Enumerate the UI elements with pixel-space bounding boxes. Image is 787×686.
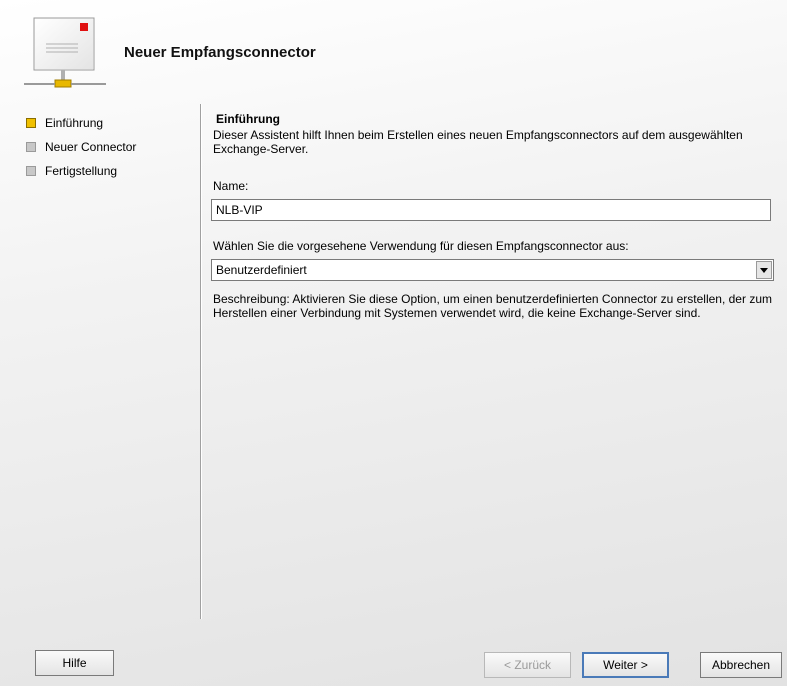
step-fertigstellung: Fertigstellung — [26, 163, 196, 187]
name-input[interactable] — [211, 199, 771, 221]
next-button[interactable]: Weiter > — [582, 652, 669, 678]
dropdown-button[interactable] — [756, 261, 772, 279]
usage-label: Wählen Sie die vorgesehene Verwendung fü… — [213, 239, 629, 253]
inactive-step-icon — [26, 166, 36, 176]
step-label: Fertigstellung — [45, 164, 118, 178]
chevron-down-icon — [760, 267, 768, 273]
usage-description: Beschreibung: Aktivieren Sie diese Optio… — [213, 292, 772, 320]
step-label: Einführung — [45, 116, 104, 130]
wizard-title: Neuer Empfangsconnector — [124, 44, 316, 61]
usage-select[interactable]: Benutzerdefiniert — [211, 259, 774, 281]
section-title: Einführung — [216, 112, 280, 126]
wizard-step-list: Einführung Neuer Connector Fertigstellun… — [26, 115, 196, 187]
step-einfuehrung: Einführung — [26, 115, 196, 139]
cancel-button[interactable]: Abbrechen — [700, 652, 782, 678]
section-description: Dieser Assistent hilft Ihnen beim Erstel… — [213, 128, 743, 156]
step-neuer-connector: Neuer Connector — [26, 139, 196, 163]
mail-connector-icon — [22, 14, 108, 94]
name-label: Name: — [213, 179, 249, 193]
step-label: Neuer Connector — [45, 140, 137, 154]
inactive-step-icon — [26, 142, 36, 152]
help-button[interactable]: Hilfe — [35, 650, 114, 676]
usage-select-value: Benutzerdefiniert — [216, 263, 307, 277]
active-step-icon — [26, 118, 36, 128]
back-button[interactable]: < Zurück — [484, 652, 571, 678]
vertical-divider — [200, 104, 202, 619]
